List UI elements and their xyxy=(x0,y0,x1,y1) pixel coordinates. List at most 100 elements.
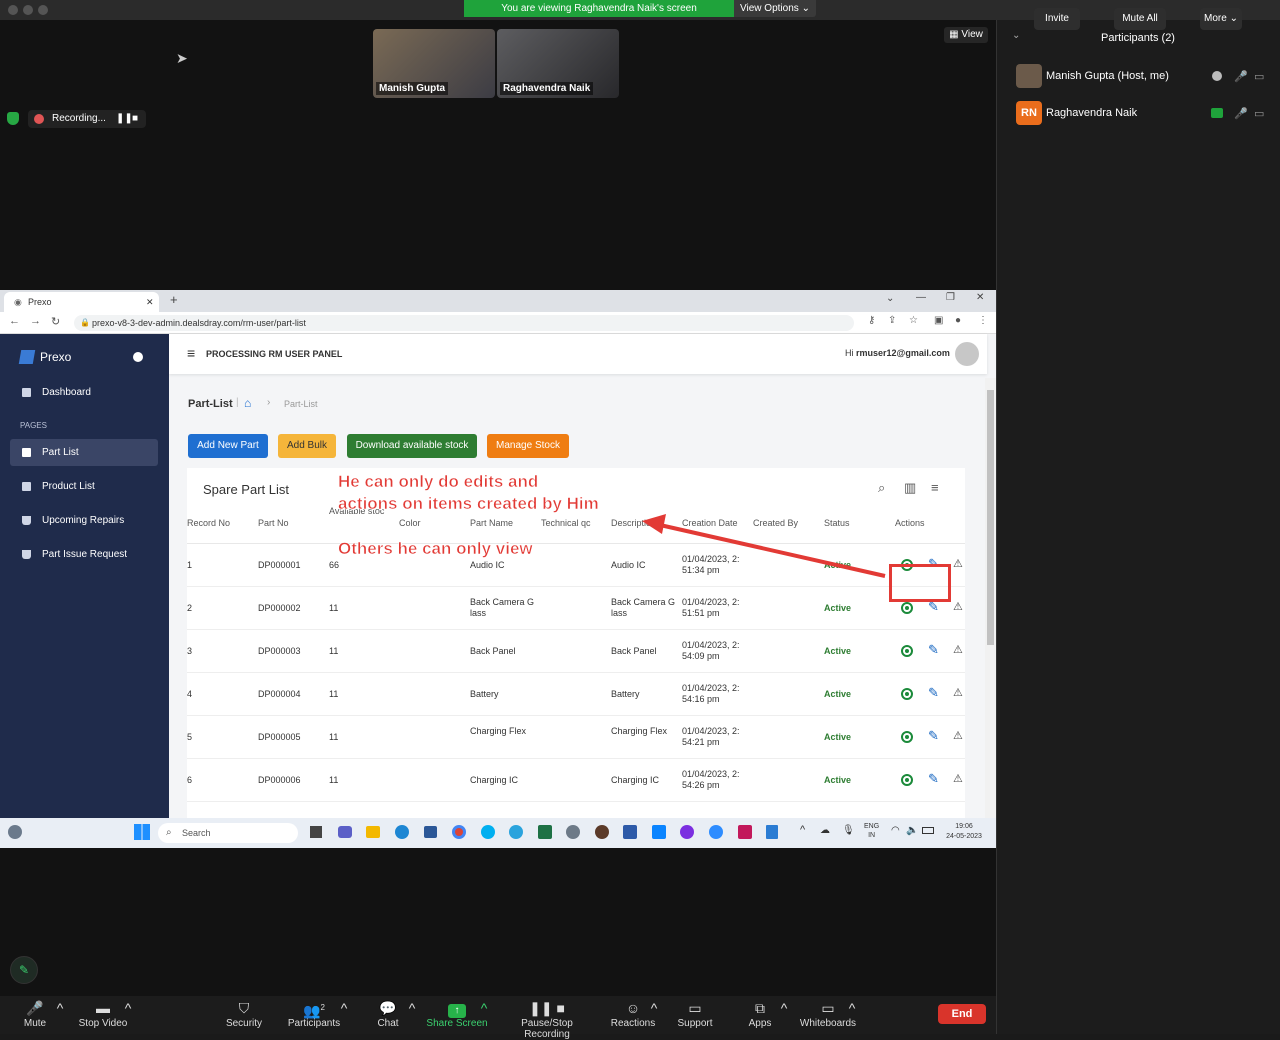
close-icon[interactable]: ✕ xyxy=(976,292,984,303)
activate-toggle-icon[interactable] xyxy=(901,602,913,614)
zoom-window-button[interactable] xyxy=(38,5,48,15)
download-stock-button[interactable]: Download available stock xyxy=(347,434,477,458)
pause-stop-recording-button[interactable]: ❚❚ ■ Pause/Stop Recording xyxy=(498,996,596,1040)
edit-icon[interactable]: ✎ xyxy=(928,642,939,658)
add-new-part-button[interactable]: Add New Part xyxy=(188,434,268,458)
teams-icon[interactable] xyxy=(338,826,352,838)
pause-recording-icon[interactable]: ❚❚ xyxy=(116,110,133,128)
view-button[interactable]: ▦ View xyxy=(944,27,988,43)
video-thumbnail-manish[interactable]: Manish Gupta xyxy=(373,29,495,98)
close-tab-icon[interactable]: ✕ xyxy=(146,292,154,312)
warning-icon[interactable]: ⚠ xyxy=(953,772,963,785)
sidebar-item-product-list[interactable]: Product List xyxy=(10,473,158,500)
share-chevron-icon[interactable]: ^ xyxy=(480,996,488,1034)
edit-icon[interactable]: ✎ xyxy=(928,728,939,744)
taskbar-search[interactable]: ⌕ Search xyxy=(158,823,298,843)
sidebar-item-upcoming-repairs[interactable]: Upcoming Repairs xyxy=(10,507,158,534)
search-icon[interactable]: ⌕ xyxy=(878,480,885,496)
volume-icon[interactable]: 🔈 xyxy=(906,825,918,836)
activate-toggle-icon[interactable] xyxy=(901,645,913,657)
app-icon[interactable] xyxy=(738,825,752,839)
maximize-icon[interactable]: ❐ xyxy=(946,292,955,303)
star-icon[interactable]: ☆ xyxy=(909,315,918,326)
mute-all-button[interactable]: Mute All xyxy=(1114,8,1166,30)
sidebar-item-part-list[interactable]: Part List xyxy=(10,439,158,466)
edge-icon[interactable] xyxy=(395,825,409,839)
warning-icon[interactable]: ⚠ xyxy=(953,600,963,613)
column-header[interactable]: Color xyxy=(399,518,421,528)
manage-stock-button[interactable]: Manage Stock xyxy=(487,434,569,458)
share-icon[interactable]: ⇪ xyxy=(888,315,896,326)
activate-toggle-icon[interactable] xyxy=(901,774,913,786)
activate-toggle-icon[interactable] xyxy=(901,731,913,743)
more-button[interactable]: More ⌄ xyxy=(1200,8,1242,30)
video-camera-icon[interactable]: ▭ xyxy=(1254,70,1264,83)
menu-icon[interactable]: ⋮ xyxy=(978,315,988,326)
app-icon[interactable] xyxy=(595,825,609,839)
support-button[interactable]: ▭ Support xyxy=(674,996,716,1034)
reload-icon[interactable]: ↻ xyxy=(51,315,60,328)
edit-icon[interactable]: ✎ xyxy=(928,685,939,701)
widgets-icon[interactable] xyxy=(8,825,22,839)
edit-icon[interactable]: ✎ xyxy=(928,771,939,787)
back-icon[interactable]: ← xyxy=(9,315,20,327)
microphone-icon[interactable]: 🎤 xyxy=(1234,70,1248,83)
page-scrollbar[interactable] xyxy=(985,378,996,818)
activate-toggle-icon[interactable] xyxy=(901,688,913,700)
tab-search-icon[interactable]: ⌄ xyxy=(886,293,894,304)
chat-button[interactable]: 💬 Chat xyxy=(370,996,406,1034)
sidebar-toggle[interactable] xyxy=(133,352,143,362)
settings-icon[interactable] xyxy=(566,825,580,839)
zoom-icon[interactable] xyxy=(709,825,723,839)
battery-icon[interactable] xyxy=(922,827,934,834)
filter-icon[interactable]: ≡ xyxy=(931,480,939,495)
columns-icon[interactable]: ▥ xyxy=(904,480,916,496)
microphone-icon[interactable]: 🎙 xyxy=(842,825,855,836)
participant-row[interactable]: Manish Gupta (Host, me) 🎤 ▭ xyxy=(1016,61,1266,91)
profile-icon[interactable]: ● xyxy=(955,315,961,326)
close-window-button[interactable] xyxy=(8,5,18,15)
apps-chevron-icon[interactable]: ^ xyxy=(780,996,788,1034)
hamburger-menu-icon[interactable]: ≡ xyxy=(187,345,195,361)
warning-icon[interactable]: ⚠ xyxy=(953,643,963,656)
chrome-icon[interactable] xyxy=(452,825,466,839)
file-explorer-icon[interactable] xyxy=(366,826,380,838)
clock[interactable]: 19:06 24-05-2023 xyxy=(942,822,986,842)
warning-icon[interactable]: ⚠ xyxy=(953,557,963,570)
home-icon[interactable]: ⌂ xyxy=(244,396,251,410)
mute-button[interactable]: 🎤 Mute xyxy=(18,996,52,1034)
reactions-chevron-icon[interactable]: ^ xyxy=(650,996,658,1034)
participants-button[interactable]: 👥2 Participants xyxy=(286,996,342,1034)
column-header[interactable]: Record No xyxy=(187,518,230,528)
address-bar[interactable]: 🔒 prexo-v8-3-dev-admin.dealsdray.com/rm-… xyxy=(74,315,854,331)
language-indicator[interactable]: ENG IN xyxy=(864,822,879,840)
task-view-icon[interactable] xyxy=(310,826,322,838)
minimize-window-button[interactable] xyxy=(23,5,33,15)
warning-icon[interactable]: ⚠ xyxy=(953,686,963,699)
audio-options-chevron-icon[interactable]: ^ xyxy=(56,996,64,1034)
wifi-icon[interactable]: ◠ xyxy=(891,825,900,836)
store-icon[interactable] xyxy=(424,826,437,838)
video-camera-icon[interactable]: ▭ xyxy=(1254,107,1264,120)
sidebar-item-part-issue-request[interactable]: Part Issue Request xyxy=(10,541,158,568)
participant-row[interactable]: RN Raghavendra Naik 🎤 ▭ xyxy=(1016,98,1266,128)
new-tab-icon[interactable]: + xyxy=(170,292,178,307)
user-avatar[interactable] xyxy=(955,342,979,366)
microphone-icon[interactable]: 🎤 xyxy=(1234,107,1248,120)
whiteboards-chevron-icon[interactable]: ^ xyxy=(848,996,856,1034)
onedrive-icon[interactable]: ☁ xyxy=(820,825,830,836)
browser-tab[interactable]: ◉ Prexo ✕ xyxy=(4,292,159,312)
view-options-button[interactable]: View Options ⌄ xyxy=(734,0,816,17)
scrollbar-thumb[interactable] xyxy=(987,390,994,645)
excel-icon[interactable] xyxy=(538,825,552,839)
video-options-chevron-icon[interactable]: ^ xyxy=(124,996,132,1034)
participants-chevron-icon[interactable]: ^ xyxy=(340,996,348,1034)
warning-icon[interactable]: ⚠ xyxy=(953,729,963,742)
annotate-pencil-icon[interactable]: ✎ xyxy=(10,956,38,984)
app-icon[interactable] xyxy=(652,825,666,839)
chevron-up-icon[interactable]: ^ xyxy=(800,824,805,836)
share-screen-button[interactable]: ↑ Share Screen xyxy=(426,996,488,1034)
security-button[interactable]: ⛉ Security xyxy=(222,996,266,1034)
minimize-icon[interactable]: — xyxy=(916,292,926,303)
key-icon[interactable]: ⚷ xyxy=(868,315,875,326)
